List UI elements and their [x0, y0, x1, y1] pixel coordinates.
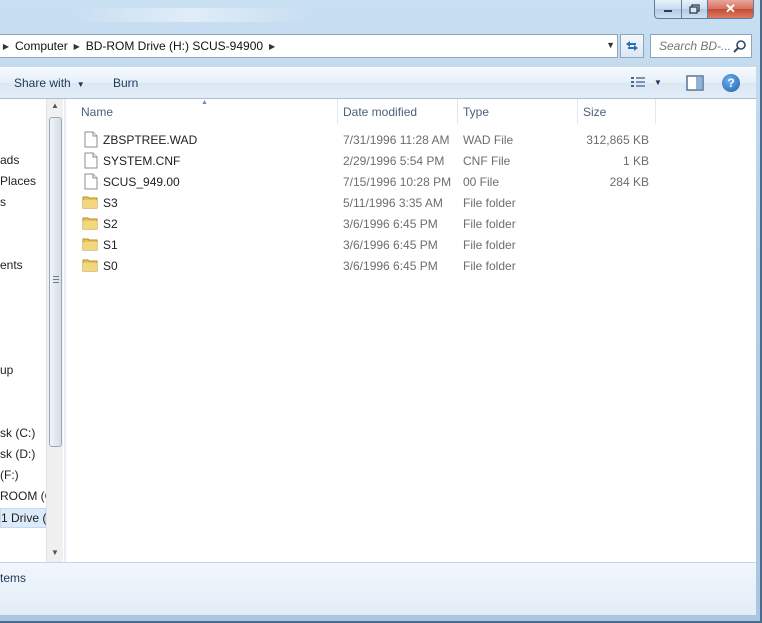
- file-size: 1 KB: [622, 154, 649, 168]
- title-bar[interactable]: ✕: [0, 0, 760, 32]
- navigation-scrollbar[interactable]: ▲ ▼: [46, 99, 63, 562]
- details-view-icon: [631, 77, 645, 87]
- file-name: ZBSPTREE.WAD: [103, 133, 198, 147]
- chevron-down-icon: ▼: [76, 80, 85, 89]
- file-date-modified: 3/6/1996 6:45 PM: [343, 259, 438, 273]
- nav-item-documents[interactable]: ents: [0, 258, 23, 272]
- file-name: S2: [103, 217, 118, 231]
- file-name: SYSTEM.CNF: [103, 154, 181, 168]
- grip-icon: [53, 276, 59, 284]
- refresh-button[interactable]: [620, 34, 644, 58]
- column-header-name[interactable]: Name: [66, 99, 338, 124]
- file-date-modified: 3/6/1996 6:45 PM: [343, 238, 438, 252]
- file-icon: [84, 131, 98, 148]
- nav-item-drive-g[interactable]: ROOM (G: [0, 489, 46, 503]
- file-type: File folder: [463, 196, 516, 210]
- scrollbar-thumb[interactable]: [49, 117, 62, 447]
- restore-icon: [688, 4, 700, 14]
- nav-item-libraries[interactable]: s: [0, 195, 6, 209]
- maximize-button[interactable]: [682, 0, 708, 19]
- column-header-size[interactable]: Size: [568, 99, 656, 124]
- search-box[interactable]: [650, 34, 752, 58]
- breadcrumb-drive[interactable]: BD-ROM Drive (H:) SCUS-94900: [83, 39, 266, 53]
- address-bar[interactable]: ▶ Computer ▶ BD-ROM Drive (H:) SCUS-9490…: [0, 34, 618, 58]
- nav-item-homegroup[interactable]: up: [0, 363, 13, 377]
- help-button[interactable]: ?: [722, 74, 740, 92]
- file-date-modified: 5/11/1996 3:35 AM: [343, 196, 443, 210]
- nav-item-recent-places[interactable]: Places: [0, 174, 36, 188]
- folder-icon: [82, 259, 98, 272]
- file-type: CNF File: [463, 154, 511, 168]
- folder-row[interactable]: S1 3/6/1996 6:45 PM File folder: [66, 235, 756, 256]
- file-row[interactable]: ZBSPTREE.WAD 7/31/1996 11:28 AM WAD File…: [66, 130, 756, 151]
- caption-buttons: ✕: [654, 0, 754, 20]
- folder-row[interactable]: S2 3/6/1996 6:45 PM File folder: [66, 214, 756, 235]
- minimize-icon: [664, 10, 672, 12]
- nav-item-local-disk-d[interactable]: sk (D:): [0, 447, 35, 461]
- search-icon[interactable]: [733, 39, 747, 53]
- folder-row[interactable]: S3 5/11/1996 3:35 AM File folder: [66, 193, 756, 214]
- share-with-label: Share with: [14, 76, 71, 90]
- refresh-icon: [626, 41, 638, 51]
- file-icon: [84, 152, 98, 169]
- breadcrumb-computer[interactable]: Computer: [12, 39, 71, 53]
- chevron-down-icon[interactable]: ▼: [606, 40, 615, 50]
- file-name: S0: [103, 259, 118, 273]
- help-icon: ?: [727, 76, 735, 90]
- file-size: 312,865 KB: [586, 133, 649, 147]
- file-date-modified: 2/29/1996 5:54 PM: [343, 154, 445, 168]
- burn-button[interactable]: Burn: [113, 76, 138, 90]
- chevron-down-icon[interactable]: ▼: [654, 78, 662, 87]
- scroll-up-icon[interactable]: ▲: [51, 101, 59, 110]
- chevron-right-icon[interactable]: ▶: [71, 42, 83, 51]
- file-date-modified: 7/31/1996 11:28 AM: [343, 133, 450, 147]
- address-row: ▶ Computer ▶ BD-ROM Drive (H:) SCUS-9490…: [0, 34, 756, 58]
- column-header-date-modified[interactable]: Date modified: [328, 99, 458, 124]
- file-name: S1: [103, 238, 118, 252]
- burn-label: Burn: [113, 76, 139, 90]
- file-type: 00 File: [463, 175, 500, 189]
- share-with-button[interactable]: Share with ▼: [14, 76, 85, 90]
- folder-row[interactable]: S0 3/6/1996 6:45 PM File folder: [66, 256, 756, 277]
- nav-item-downloads[interactable]: ads: [0, 153, 19, 167]
- file-name: S3: [103, 196, 118, 210]
- file-icon: [84, 173, 98, 190]
- file-name: SCUS_949.00: [103, 175, 180, 189]
- file-size: 284 KB: [609, 175, 649, 189]
- column-header-type[interactable]: Type: [448, 99, 578, 124]
- nav-item-local-disk-c[interactable]: sk (C:): [0, 426, 35, 440]
- file-date-modified: 3/6/1996 6:45 PM: [343, 217, 438, 231]
- details-pane: tems: [0, 562, 756, 615]
- scroll-down-icon[interactable]: ▼: [51, 548, 59, 557]
- minimize-button[interactable]: [654, 0, 682, 19]
- file-type: File folder: [463, 259, 516, 273]
- file-type: File folder: [463, 217, 516, 231]
- close-icon: ✕: [725, 1, 736, 16]
- chevron-right-icon[interactable]: ▶: [266, 42, 278, 51]
- search-input[interactable]: [659, 39, 731, 53]
- file-row[interactable]: SYSTEM.CNF 2/29/1996 5:54 PM CNF File 1 …: [66, 151, 756, 172]
- folder-icon: [82, 238, 98, 251]
- file-type: File folder: [463, 238, 516, 252]
- chevron-right-icon[interactable]: ▶: [0, 42, 12, 51]
- file-list[interactable]: ▲ Name Date modified Type Size ZBSPTREE.…: [66, 99, 756, 562]
- item-count-label: tems: [0, 571, 27, 585]
- nav-item-drive-f[interactable]: (F:): [0, 468, 19, 482]
- folder-icon: [82, 196, 98, 209]
- window-title: [70, 8, 310, 22]
- change-view-button[interactable]: ▼: [630, 75, 662, 89]
- preview-pane-icon: [686, 75, 704, 91]
- close-button[interactable]: ✕: [708, 0, 754, 19]
- navigation-pane[interactable]: ads Places s ents up sk (C:) sk (D:) (F:…: [0, 99, 46, 562]
- file-date-modified: 7/15/1996 10:28 PM: [343, 175, 452, 189]
- preview-pane-button[interactable]: [686, 75, 704, 94]
- nav-item-bd-rom-h[interactable]: 1 Drive (H: [0, 508, 46, 528]
- file-row[interactable]: SCUS_949.00 7/15/1996 10:28 PM 00 File 2…: [66, 172, 756, 193]
- file-type: WAD File: [463, 133, 514, 147]
- explorer-window: ✕ ▶ Computer ▶ BD-ROM Drive (H:) SCUS-94…: [0, 0, 762, 623]
- content-area: ads Places s ents up sk (C:) sk (D:) (F:…: [0, 99, 756, 562]
- command-bar: Share with ▼ Burn ▼ ?: [0, 67, 756, 99]
- folder-icon: [82, 217, 98, 230]
